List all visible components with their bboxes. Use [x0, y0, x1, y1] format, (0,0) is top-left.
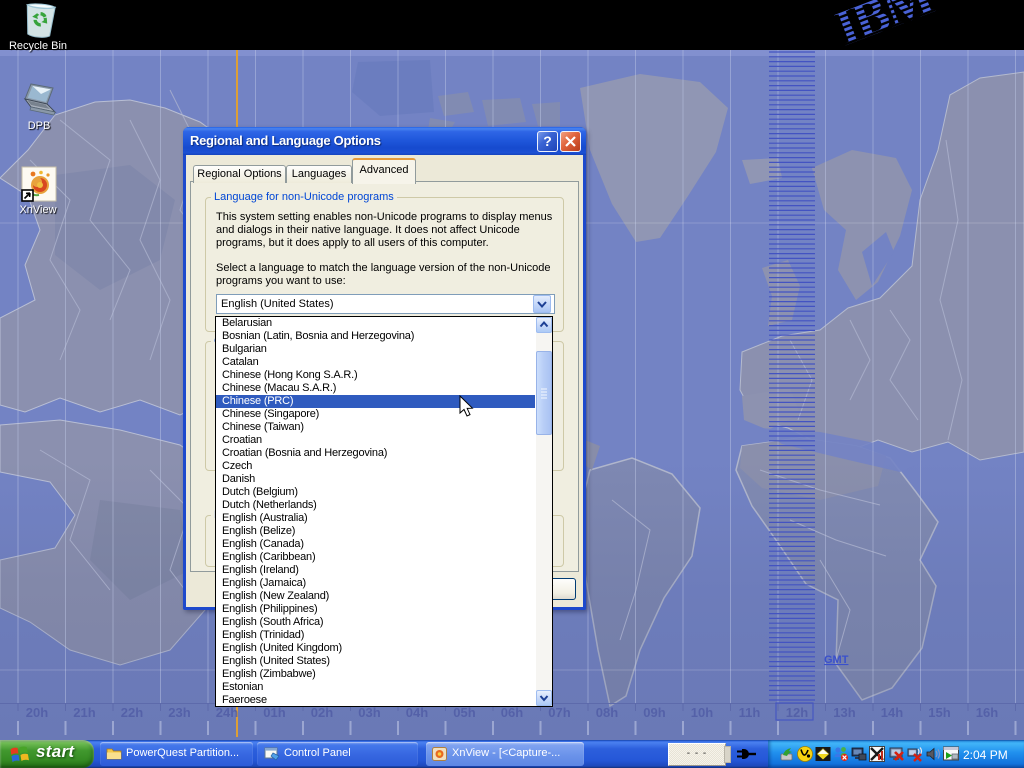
- svg-text:06h: 06h: [501, 705, 523, 720]
- svg-text:07h: 07h: [548, 705, 570, 720]
- svg-text:04h: 04h: [406, 705, 428, 720]
- svg-text:21h: 21h: [73, 705, 95, 720]
- svg-text:16h: 16h: [976, 705, 998, 720]
- svg-text:23h: 23h: [168, 705, 190, 720]
- svg-text:22h: 22h: [121, 705, 143, 720]
- svg-text:09h: 09h: [643, 705, 665, 720]
- svg-text:20h: 20h: [26, 705, 48, 720]
- svg-text:03h: 03h: [358, 705, 380, 720]
- svg-text:02h: 02h: [311, 705, 333, 720]
- svg-text:11h: 11h: [739, 705, 761, 720]
- svg-text:12h: 12h: [786, 705, 808, 720]
- svg-text:10h: 10h: [691, 705, 713, 720]
- svg-text:24h: 24h: [216, 705, 238, 720]
- svg-text:05h: 05h: [453, 705, 475, 720]
- svg-text:13h: 13h: [833, 705, 855, 720]
- svg-text:14h: 14h: [881, 705, 903, 720]
- svg-text:15h: 15h: [928, 705, 950, 720]
- svg-text:GMT: GMT: [824, 654, 849, 666]
- svg-text:08h: 08h: [596, 705, 618, 720]
- svg-text:01h: 01h: [263, 705, 285, 720]
